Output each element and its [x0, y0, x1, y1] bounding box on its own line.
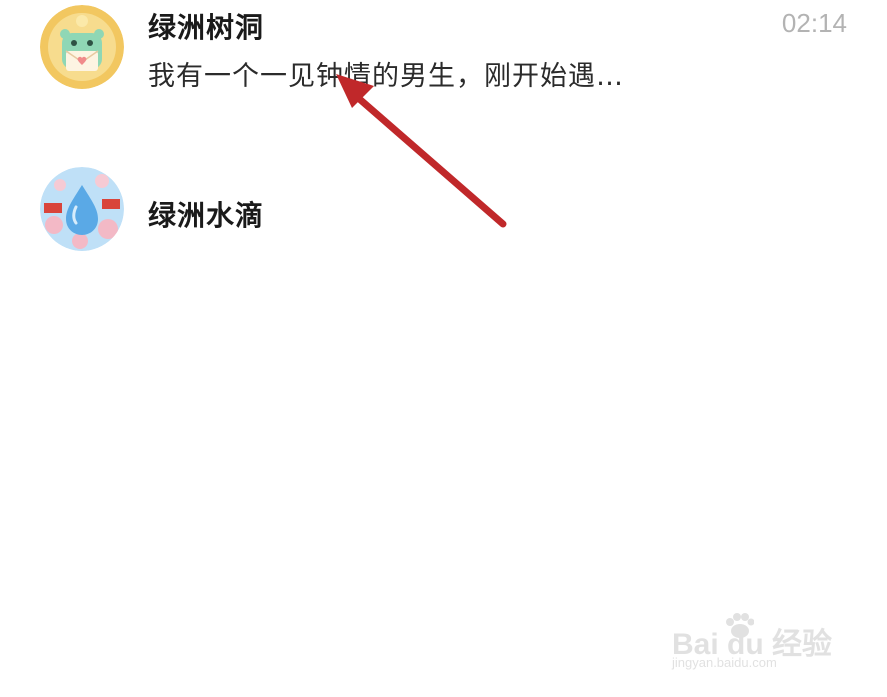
watermark-url: jingyan.baidu.com — [672, 655, 777, 670]
water-drop-avatar-icon[interactable] — [40, 167, 124, 251]
conversation-name: 绿洲水滴 — [148, 199, 265, 232]
conversation-item-treehole[interactable]: 绿洲树洞 我有一个一见钟情的男生，刚开始遇… 02:14 — [0, 0, 887, 110]
message-preview: 我有一个一见钟情的男生，刚开始遇… — [148, 61, 624, 92]
treehole-avatar-icon[interactable] — [40, 5, 124, 89]
baidu-jingyan-watermark: Bai du 经验 jingyan.baidu.com — [672, 613, 837, 675]
message-time: 02:14 — [781, 8, 847, 38]
conversation-name: 绿洲树洞 — [148, 11, 265, 44]
conversation-item-waterdrop[interactable]: 绿洲水滴 — [0, 150, 887, 260]
